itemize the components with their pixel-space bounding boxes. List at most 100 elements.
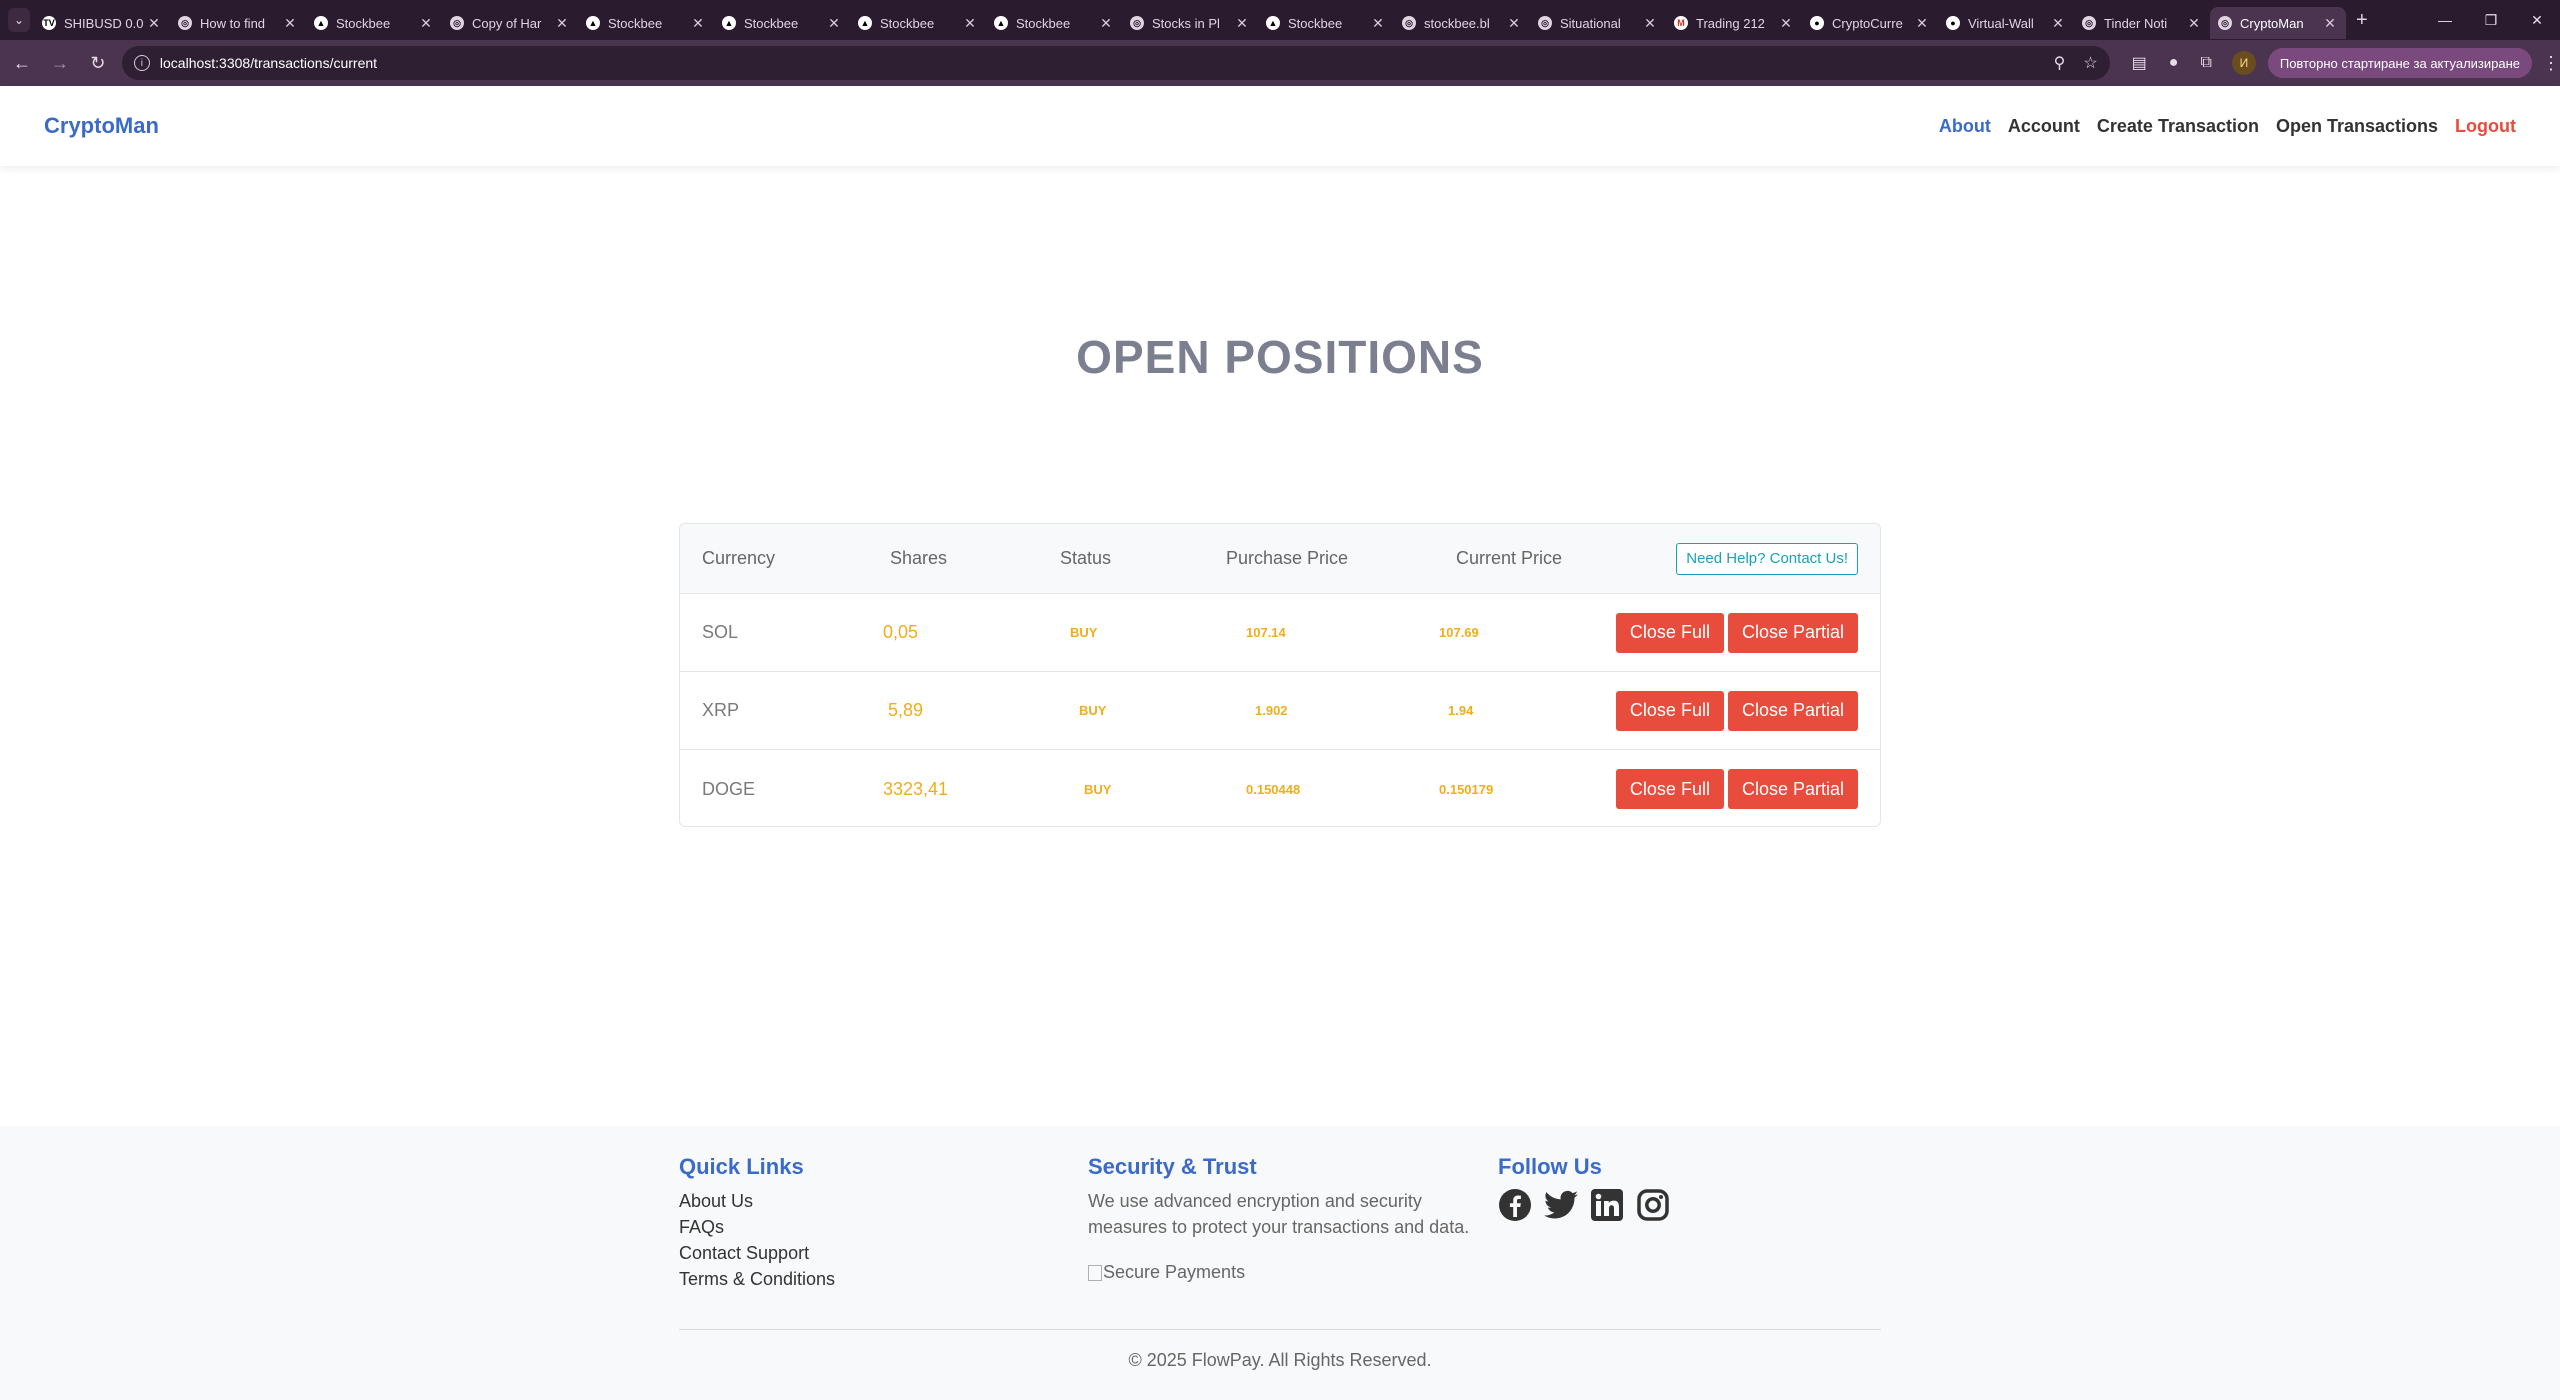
tab-close-icon[interactable]: ✕ [554, 15, 570, 32]
browser-tab[interactable]: ◎ Tinder Noti ✕ [2074, 7, 2210, 39]
browser-tab[interactable]: ▲ Stockbee ✕ [986, 7, 1122, 39]
tab-search-button[interactable]: ⌄ [8, 8, 30, 32]
tab-close-icon[interactable]: ✕ [1506, 15, 1522, 32]
tab-close-icon[interactable]: ✕ [1370, 15, 1386, 32]
nav-open-transactions[interactable]: Open Transactions [2276, 116, 2438, 137]
table-row: SOL 0,05 BUY 107.14 107.69 Close Full Cl… [680, 594, 1880, 672]
close-window-button[interactable]: ✕ [2514, 0, 2560, 40]
security-text: We use advanced encryption and security … [1088, 1191, 1470, 1237]
nav-about[interactable]: About [1939, 116, 1991, 137]
address-bar[interactable]: i localhost:3308/transactions/current ⚲ … [121, 46, 2110, 80]
close-partial-button[interactable]: Close Partial [1727, 769, 1858, 809]
tab-close-icon[interactable]: ✕ [2186, 15, 2202, 32]
extensions-puzzle-icon[interactable]: ⧉ [2200, 54, 2211, 72]
update-restart-button[interactable]: Повторно стартиране за актуализиране [2267, 48, 2533, 78]
tab-close-icon[interactable]: ✕ [146, 15, 162, 32]
tab-close-icon[interactable]: ✕ [2322, 15, 2338, 32]
tab-close-icon[interactable]: ✕ [1778, 15, 1794, 32]
tab-close-icon[interactable]: ✕ [962, 15, 978, 32]
tab-favicon-icon: TV [42, 16, 56, 30]
linkedin-icon[interactable] [1590, 1188, 1624, 1222]
tab-title: Stockbee [336, 15, 391, 31]
tab-close-icon[interactable]: ✕ [418, 15, 434, 32]
tab-close-icon[interactable]: ✕ [1234, 15, 1250, 32]
tab-title: CryptoCurre [1832, 15, 1903, 31]
browser-tab[interactable]: ▲ Stockbee ✕ [850, 7, 986, 39]
tab-close-icon[interactable]: ✕ [282, 15, 298, 32]
header-currency: Currency [702, 548, 776, 568]
browser-tab[interactable]: M Trading 212 ✕ [1666, 7, 1802, 39]
tab-close-icon[interactable]: ✕ [2050, 15, 2066, 32]
browser-tab[interactable]: ◎ Stocks in Pl ✕ [1122, 7, 1258, 39]
zoom-icon[interactable]: ⚲ [2054, 53, 2066, 73]
browser-tab[interactable]: ▲ Stockbee ✕ [714, 7, 850, 39]
tab-title: CryptoMan [2240, 15, 2304, 31]
profile-avatar[interactable]: И [2231, 51, 2256, 75]
nav-create-transaction[interactable]: Create Transaction [2097, 116, 2259, 137]
tab-favicon-icon: ◎ [1538, 16, 1552, 30]
tab-close-icon[interactable]: ✕ [1098, 15, 1114, 32]
row-purchase-price: 0.150448 [1246, 781, 1301, 797]
security-section: Security & Trust We use advanced encrypt… [1088, 1154, 1478, 1283]
footer-link-terms[interactable]: Terms & Conditions [679, 1266, 835, 1292]
row-status: BUY [1079, 703, 1107, 718]
tab-close-icon[interactable]: ✕ [690, 15, 706, 32]
address-url[interactable]: localhost:3308/transactions/current [160, 55, 2036, 71]
facebook-icon[interactable] [1498, 1188, 1532, 1222]
header-shares: Shares [890, 548, 948, 568]
site-info-icon[interactable]: i [133, 55, 150, 71]
footer-link-about-us[interactable]: About Us [679, 1188, 835, 1214]
quick-links-heading: Quick Links [679, 1154, 804, 1179]
row-current-price: 107.69 [1439, 625, 1479, 640]
secure-payments-image: Secure Payments [1088, 1262, 1478, 1283]
tab-title: Stockbee [744, 15, 799, 31]
sidebar-icon[interactable]: ▤ [2132, 53, 2147, 73]
browser-tab[interactable]: ◎ CryptoMan ✕ [2210, 7, 2346, 39]
browser-tab[interactable]: ◎ Situational ✕ [1530, 7, 1666, 39]
browser-tab[interactable]: ● CryptoCurre ✕ [1802, 7, 1938, 39]
nav-logout[interactable]: Logout [2455, 116, 2516, 137]
close-partial-button[interactable]: Close Partial [1727, 690, 1858, 731]
browser-tab[interactable]: TV SHIBUSD 0.0 ✕ [34, 7, 170, 39]
row-purchase-price: 1.902 [1255, 703, 1288, 718]
nav-account[interactable]: Account [2008, 116, 2080, 137]
footer-link-faqs[interactable]: FAQs [679, 1214, 835, 1240]
tab-favicon-icon: ▲ [858, 16, 872, 30]
bookmark-star-icon[interactable]: ☆ [2083, 53, 2097, 73]
brand-logo[interactable]: CryptoMan [44, 113, 159, 139]
extension-icon[interactable]: ● [2169, 54, 2179, 72]
browser-tab[interactable]: ▲ Stockbee ✕ [1258, 7, 1394, 39]
tab-favicon-icon: ● [1810, 16, 1824, 30]
forward-button[interactable]: → [44, 47, 76, 79]
close-full-button[interactable]: Close Full [1615, 612, 1724, 653]
twitter-icon[interactable] [1544, 1188, 1578, 1222]
reload-button[interactable]: ↻ [82, 47, 114, 79]
browser-tab[interactable]: ● Virtual-Wall ✕ [1938, 7, 2074, 39]
browser-tab[interactable]: ◎ How to find ✕ [170, 7, 306, 39]
minimize-button[interactable]: — [2422, 0, 2468, 40]
browser-tab[interactable]: ▲ Stockbee ✕ [578, 7, 714, 39]
row-status: BUY [1070, 625, 1098, 640]
tab-close-icon[interactable]: ✕ [826, 15, 842, 32]
header-status: Status [1060, 548, 1112, 568]
contact-help-button[interactable]: Need Help? Contact Us! [1676, 542, 1858, 575]
tab-close-icon[interactable]: ✕ [1642, 15, 1658, 32]
instagram-icon[interactable] [1636, 1188, 1670, 1222]
close-full-button[interactable]: Close Full [1615, 769, 1724, 809]
close-full-button[interactable]: Close Full [1615, 690, 1724, 731]
row-status: BUY [1084, 781, 1112, 797]
back-button[interactable]: ← [6, 47, 38, 79]
new-tab-button[interactable]: + [2356, 9, 2368, 32]
tab-title: SHIBUSD 0.0 [64, 15, 144, 31]
browser-tab[interactable]: ▲ Stockbee ✕ [306, 7, 442, 39]
browser-tab[interactable]: ◎ Copy of Har ✕ [442, 7, 578, 39]
header-actions: Need Help? Contact Us! [1676, 524, 1858, 593]
row-actions: Close Full Close Partial [1612, 594, 1858, 671]
browser-tab[interactable]: ◎ stockbee.bl ✕ [1394, 7, 1530, 39]
tab-close-icon[interactable]: ✕ [1914, 15, 1930, 32]
restore-button[interactable]: ❐ [2468, 0, 2514, 40]
footer-link-contact-support[interactable]: Contact Support [679, 1240, 835, 1266]
browser-menu-icon[interactable]: ⋮ [2542, 53, 2560, 74]
row-current-price: 1.94 [1448, 703, 1474, 718]
close-partial-button[interactable]: Close Partial [1727, 612, 1858, 653]
